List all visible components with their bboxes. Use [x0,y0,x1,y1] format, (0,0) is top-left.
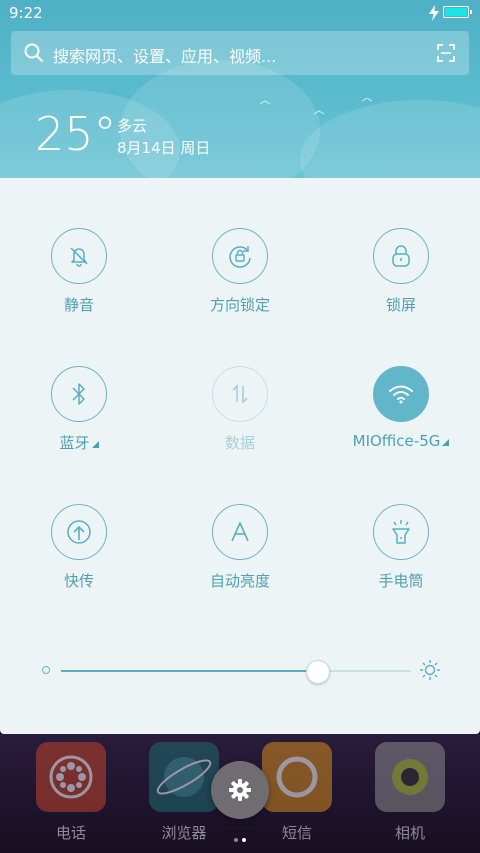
brightness-high-icon [420,660,440,680]
search-placeholder: 搜索网页、设置、应用、视频... [53,47,277,66]
brightness-low-icon [42,666,50,674]
battery-icon [443,6,472,18]
toggle-wifi[interactable]: MIOffice-5G [336,366,466,450]
toggle-quick-transfer[interactable]: 快传 [14,504,144,591]
status-time: 9:22 [9,4,43,22]
page-indicator [232,827,248,846]
toggle-label: 手电筒 [378,572,424,590]
bluetooth-label: 蓝牙 [59,434,90,452]
toggle-mute[interactable]: 静音 [14,228,144,315]
submenu-indicator-icon [442,439,450,446]
app-label: 短信 [281,824,312,842]
app-label: 浏览器 [161,824,207,842]
lock-icon [392,245,410,267]
rotation-lock-toggle-circle[interactable] [212,228,268,284]
scan-icon[interactable] [437,44,455,62]
browser-app-icon[interactable] [149,742,219,812]
status-bar: 9:22 [0,0,480,26]
quick-transfer-toggle-circle[interactable] [51,504,107,560]
search-bar[interactable]: 搜索网页、设置、应用、视频... [11,31,469,75]
toggle-label: 数据 [224,434,255,452]
wifi-label: MIOffice-5G [352,432,441,450]
toggle-flashlight[interactable]: 手电筒 [336,504,466,591]
mobile-data-toggle-circle[interactable] [212,366,268,422]
brightness-slider[interactable] [40,656,450,686]
weather-temperature[interactable]: 25° [35,106,117,162]
toggle-label: 自动亮度 [209,572,270,590]
rotation-lock-icon [229,246,251,268]
toggle-auto-brightness[interactable]: 自动亮度 [175,504,305,591]
weather-date: 8月14日 周日 [117,139,211,157]
weather-condition: 多云 [117,117,148,135]
app-label: 相机 [394,824,425,842]
page-dot [234,838,238,842]
toggle-label: 静音 [63,296,94,314]
mobile-data-icon [232,384,248,404]
notification-header: 9:22 搜索网页、设置、应用、视频... 25° 多云 8月14日 周日 [0,0,480,178]
flashlight-icon [392,520,410,544]
toggle-lock-screen[interactable]: 锁屏 [336,228,466,315]
page-dot-active [242,838,246,842]
wifi-toggle-circle[interactable] [373,366,429,422]
flashlight-toggle-circle[interactable] [373,504,429,560]
mute-toggle-circle[interactable] [51,228,107,284]
quick-settings-panel: 静音 方向锁定 锁屏 蓝牙 数据 MIOffice-5G 快传 自动亮度 手电筒 [0,178,480,734]
brightness-track[interactable] [61,660,411,684]
gear-icon [229,779,251,801]
toggle-label: 快传 [63,572,94,590]
toggle-rotation-lock[interactable]: 方向锁定 [175,228,305,315]
toggle-bluetooth[interactable]: 蓝牙 [14,366,144,453]
toggle-label: MIOffice-5G [336,432,466,450]
brightness-thumb[interactable] [305,660,330,684]
phone-app-icon[interactable] [36,742,106,812]
mute-icon [70,247,88,267]
quick-transfer-icon [67,520,91,544]
bluetooth-toggle-circle[interactable] [51,366,107,422]
app-label: 电话 [55,824,86,842]
submenu-indicator-icon [91,441,99,448]
toggle-label: 方向锁定 [209,296,270,314]
lock-screen-toggle-circle[interactable] [373,228,429,284]
search-icon [24,43,44,63]
brightness-fill [61,670,317,672]
toggle-mobile-data[interactable]: 数据 [175,366,305,453]
bluetooth-icon [72,383,85,405]
camera-app-icon[interactable] [375,742,445,812]
messages-app-icon[interactable] [262,742,332,812]
birds-decoration [259,98,373,115]
auto-brightness-icon [231,522,249,542]
toggle-label: 锁屏 [385,296,416,314]
charging-icon [429,5,439,21]
toggle-label: 蓝牙 [14,432,144,453]
settings-button[interactable] [211,761,269,819]
wifi-icon [389,385,413,404]
auto-brightness-toggle-circle[interactable] [212,504,268,560]
